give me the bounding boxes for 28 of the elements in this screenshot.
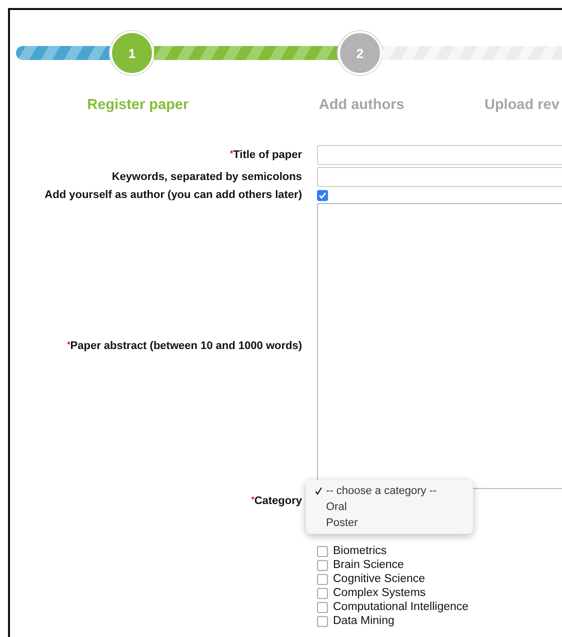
checkbox[interactable] <box>317 616 328 626</box>
title-input[interactable] <box>317 145 562 165</box>
step-number: 2 <box>338 31 382 75</box>
field-label: Add yourself as author (you can add others later) <box>44 189 302 201</box>
checkbox[interactable] <box>317 546 328 556</box>
topic-label: Data Mining <box>333 615 394 627</box>
field-label: Paper abstract (between 10 and 1000 words) <box>70 340 302 352</box>
required-mark: * <box>251 495 254 504</box>
dropdown-option[interactable]: Poster <box>326 517 358 529</box>
checkbox[interactable] <box>317 588 328 598</box>
step-number: 1 <box>110 31 154 75</box>
topic-label: Complex Systems <box>333 587 426 599</box>
checkbox[interactable] <box>317 602 328 612</box>
required-mark: * <box>67 340 70 349</box>
required-mark: * <box>230 149 234 158</box>
topic-label: Brain Science <box>333 559 404 571</box>
topic-label: Biometrics <box>333 545 387 557</box>
field-label: Title of paper <box>233 149 302 161</box>
topic-label: Cognitive Science <box>333 573 426 585</box>
checkbox[interactable] <box>317 190 328 201</box>
field-label: Category <box>254 495 302 507</box>
keywords-input[interactable] <box>317 167 562 187</box>
checkbox[interactable] <box>317 574 328 584</box>
field-label: Keywords, separated by semicolons <box>112 171 302 183</box>
checkbox[interactable] <box>317 560 328 570</box>
dropdown-option[interactable]: Oral <box>326 501 347 513</box>
topic-label: Computational Intelligence <box>333 601 469 613</box>
dropdown-option[interactable]: -- choose a category -- <box>326 485 437 497</box>
